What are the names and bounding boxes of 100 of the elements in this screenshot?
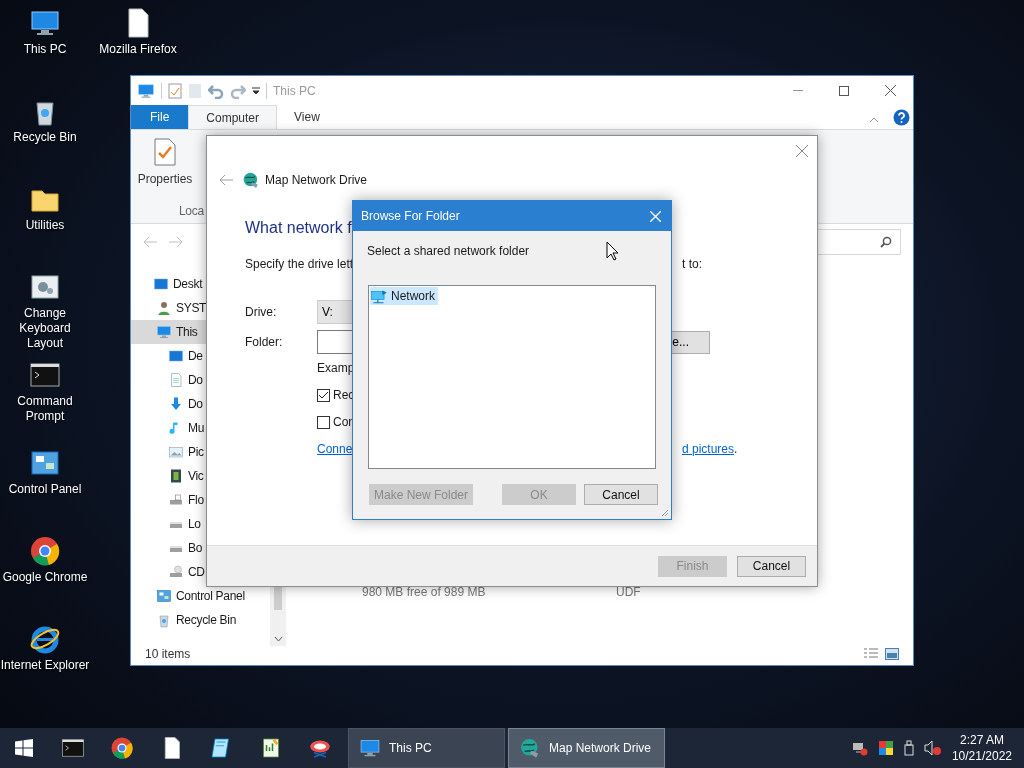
- desktop-icon: [153, 276, 169, 292]
- computer-icon: [137, 81, 155, 100]
- date-text: 10/21/2022: [951, 748, 1012, 764]
- desktop-icon-label: Mozilla Firefox: [99, 42, 177, 57]
- picture-icon: [168, 444, 184, 460]
- desktop-icon-label: Utilities: [25, 218, 65, 233]
- desktop-icon-label: Change Keyboard Layout: [18, 306, 72, 351]
- search-icon: [880, 236, 892, 248]
- desktop-icon[interactable]: Utilities: [25, 183, 65, 233]
- tree-item[interactable]: Network: [370, 287, 438, 305]
- cd-icon: [168, 564, 184, 580]
- desktop-icon[interactable]: Change Keyboard Layout: [0, 271, 90, 351]
- drive-info: 980 MB free of 989 MB: [362, 584, 487, 601]
- nav-item[interactable]: Recycle Bin: [131, 608, 270, 632]
- file-menu[interactable]: File: [131, 105, 189, 129]
- close-icon: [884, 85, 896, 96]
- desktop-icon[interactable]: Recycle Bin: [13, 95, 77, 145]
- close-icon: [796, 145, 808, 157]
- dialog-button[interactable]: Cancel: [737, 555, 806, 577]
- dialog-title: Map Network Drive: [265, 172, 368, 189]
- nav-item[interactable]: Deskt: [131, 272, 270, 296]
- download-icon: [168, 396, 184, 412]
- document-icon: [168, 372, 184, 388]
- taskbar-window[interactable]: Map Network Drive: [508, 728, 665, 768]
- collapse-ribbon-icon[interactable]: [869, 117, 879, 123]
- properties-icon[interactable]: [168, 82, 182, 99]
- drive-info: UDF: [616, 584, 641, 601]
- network-status-icon[interactable]: [851, 740, 868, 756]
- checkbox[interactable]: [317, 415, 330, 429]
- nav-item[interactable]: Do: [131, 392, 270, 416]
- desktop-icon-label: This PC: [23, 42, 67, 57]
- minimize-icon: [793, 90, 803, 91]
- user-icon: [156, 300, 172, 316]
- ribbon-tab[interactable]: Computer: [188, 105, 278, 129]
- nav-item[interactable]: Do: [131, 368, 270, 392]
- tiles-view-icon[interactable]: [885, 648, 899, 660]
- properties-button[interactable]: Properties: [137, 138, 193, 188]
- nav-item[interactable]: Vic: [131, 464, 270, 488]
- globe-icon: [242, 171, 260, 189]
- terminal-icon: [60, 736, 85, 760]
- nav-item[interactable]: CD: [131, 560, 270, 584]
- desktop-icon: [168, 348, 184, 364]
- desktop-icon[interactable]: Internet Explorer: [0, 623, 90, 673]
- close-icon: [649, 210, 661, 222]
- computer-icon: [359, 737, 381, 759]
- undo-icon[interactable]: [208, 82, 224, 99]
- instruction-text: Specify the drive lett: [245, 256, 355, 273]
- desktop-icon-label: Command Prompt: [16, 394, 74, 424]
- recycle-icon: [156, 612, 172, 628]
- back-icon[interactable]: [219, 174, 233, 186]
- chrome-icon: [29, 535, 61, 567]
- clock[interactable]: 2:27 AM 10/21/2022: [951, 732, 1012, 764]
- desktop-icon-label: Google Chrome: [2, 570, 88, 585]
- nav-item[interactable]: Mu: [131, 416, 270, 440]
- maximize-icon: [839, 85, 849, 96]
- mouse-cursor-icon: [606, 241, 619, 261]
- floppy-icon: [168, 492, 184, 508]
- desktop-icon[interactable]: This PC: [23, 7, 67, 57]
- resize-grip-icon[interactable]: [661, 509, 669, 517]
- taskbar-window[interactable]: This PC: [348, 728, 505, 768]
- nav-item[interactable]: Flo: [131, 488, 270, 512]
- dialog-heading: What network f: [245, 218, 353, 238]
- desktop-icon-label: Internet Explorer: [0, 658, 90, 673]
- computer-icon: [156, 324, 172, 340]
- nav-item[interactable]: Pic: [131, 440, 270, 464]
- desktop-icon[interactable]: Mozilla Firefox: [99, 7, 177, 57]
- instruction-text: t to:: [682, 256, 703, 273]
- period-text: .: [734, 441, 738, 458]
- globe-icon: [519, 737, 541, 759]
- nav-item[interactable]: Control Panel: [131, 584, 270, 608]
- dialog-title: Browse For Folder: [361, 208, 460, 225]
- prompt-text: Select a shared network folder: [367, 243, 530, 260]
- chrome-icon: [110, 736, 135, 760]
- desktop-icon-label: Control Panel: [8, 482, 82, 497]
- time-text: 2:27 AM: [959, 732, 1004, 748]
- control-panel-icon: [156, 588, 172, 604]
- folder-tree[interactable]: Network: [368, 285, 656, 469]
- dropdown-icon[interactable]: [252, 86, 260, 95]
- checkbox[interactable]: [317, 388, 330, 402]
- network-icon: [370, 287, 388, 305]
- chevron-down-icon[interactable]: [273, 636, 283, 642]
- usb-icon[interactable]: [903, 740, 914, 756]
- muted-speaker-icon[interactable]: [923, 740, 942, 756]
- nav-item[interactable]: Lo: [131, 512, 270, 536]
- close-button[interactable]: [795, 144, 809, 158]
- ribbon-tab[interactable]: View: [277, 105, 337, 129]
- nav-item[interactable]: Bo: [131, 536, 270, 560]
- field-label: Drive:: [245, 304, 278, 321]
- window-title: This PC: [273, 82, 316, 100]
- ribbon-group-label: Loca: [179, 203, 204, 220]
- desktop-icon[interactable]: Google Chrome: [2, 535, 88, 585]
- help-icon[interactable]: [893, 109, 910, 126]
- dialog-button[interactable]: Cancel: [584, 484, 658, 505]
- status-text: 10 items: [145, 646, 191, 663]
- desktop-icon[interactable]: Command Prompt: [0, 359, 90, 424]
- color-display-icon[interactable]: [877, 740, 894, 756]
- desktop-icon[interactable]: Control Panel: [8, 447, 82, 497]
- checklist-icon: [153, 138, 177, 166]
- desktop-icon-label: Recycle Bin: [13, 130, 77, 145]
- windows-icon: [15, 739, 33, 757]
